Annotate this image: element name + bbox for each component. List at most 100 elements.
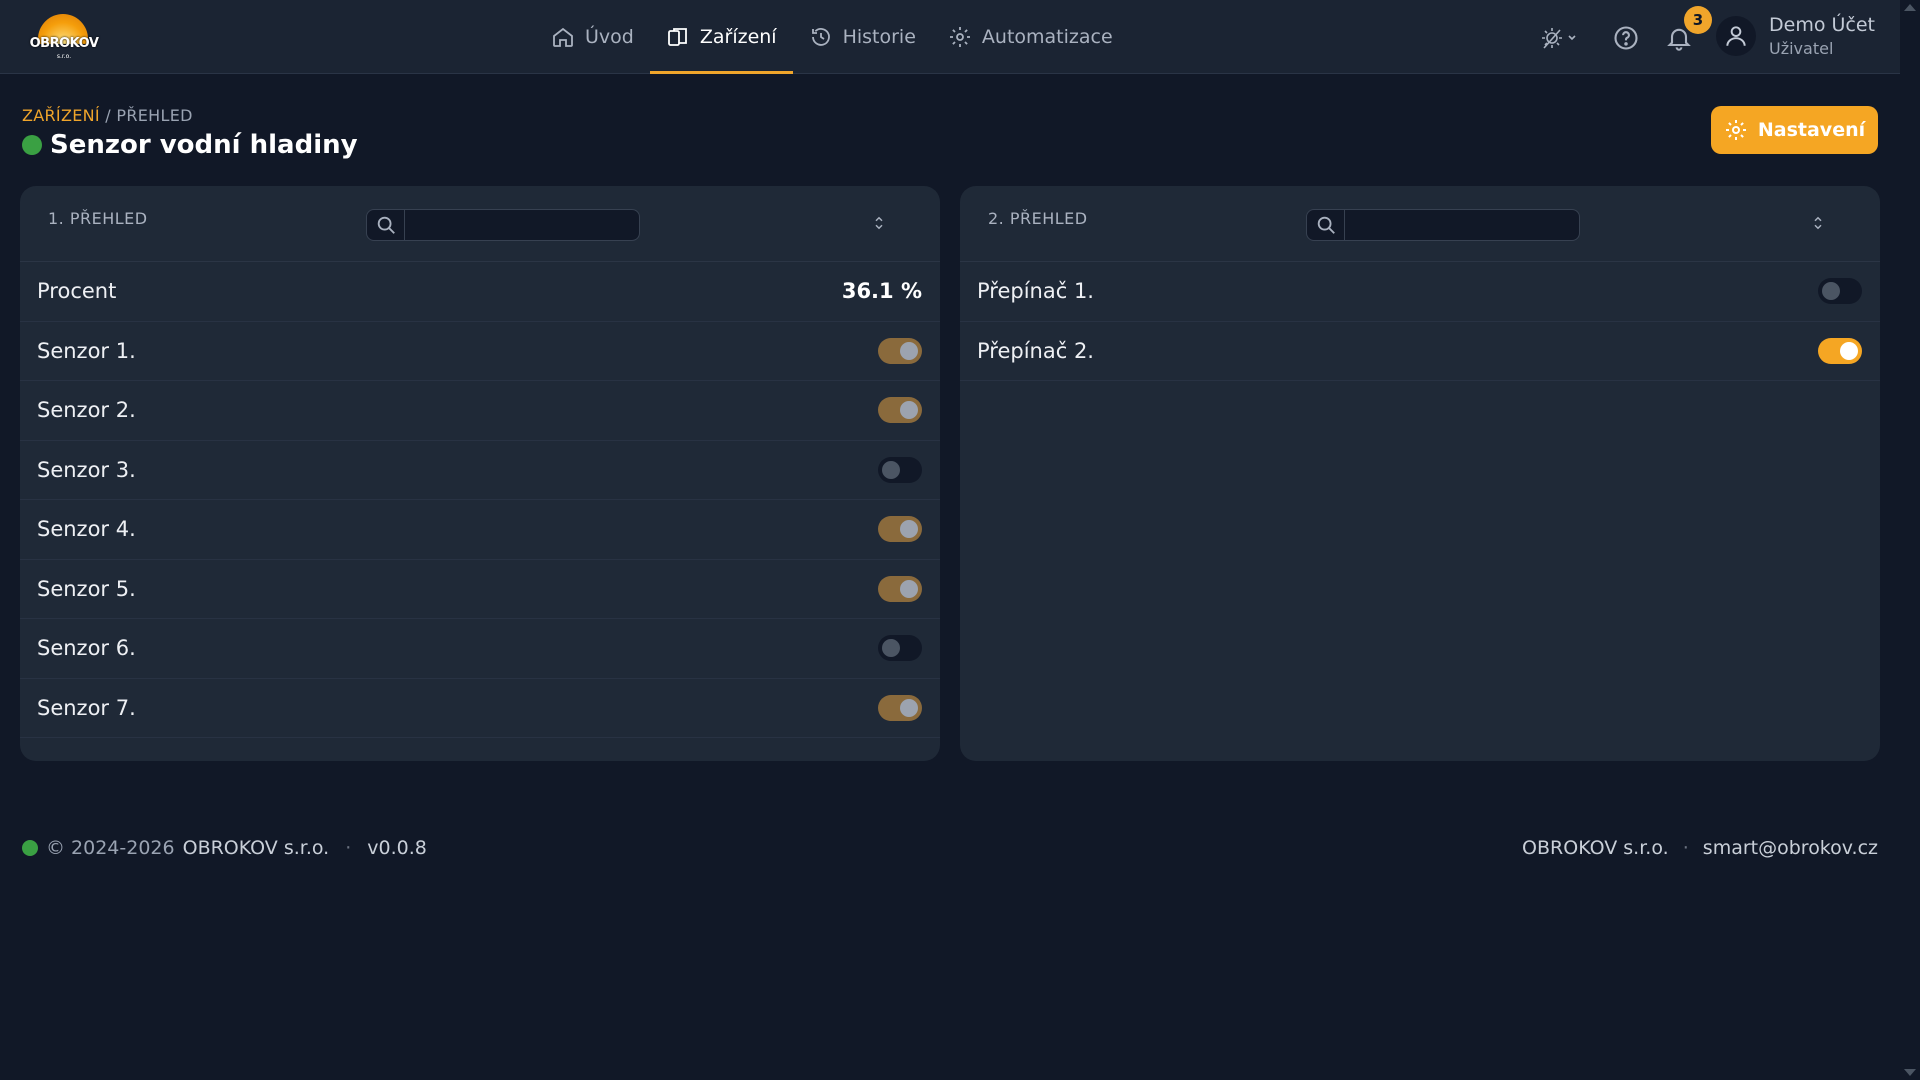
user-icon bbox=[1726, 26, 1746, 46]
row-label: Senzor 6. bbox=[37, 636, 136, 661]
theme-toggle[interactable] bbox=[1538, 24, 1578, 52]
row-label: Senzor 7. bbox=[37, 695, 136, 720]
row-label: Přepínač 1. bbox=[977, 279, 1094, 304]
sun-moon-icon bbox=[1542, 28, 1576, 49]
panel-title: 2. PŘEHLED bbox=[988, 209, 1088, 228]
sensor-1-toggle bbox=[878, 337, 922, 364]
sort-icon[interactable] bbox=[870, 214, 888, 232]
panel-title: 1. PŘEHLED bbox=[48, 209, 148, 228]
breadcrumb: ZAŘÍZENÍ / PŘEHLED bbox=[22, 106, 193, 125]
footer-company: OBROKOV s.r.o. bbox=[182, 837, 330, 859]
gear-icon bbox=[949, 27, 970, 47]
search-box bbox=[366, 209, 640, 241]
row-label: Senzor 4. bbox=[37, 517, 136, 542]
overview-panel-1: 1. PŘEHLED Procent 36.1 % Senzor 1. Senz… bbox=[20, 186, 940, 761]
breadcrumb-section-link[interactable]: ZAŘÍZENÍ bbox=[22, 106, 100, 125]
logo-text: OBROKOV bbox=[29, 36, 99, 51]
row-label: Senzor 5. bbox=[37, 576, 136, 601]
toggle-knob bbox=[1822, 282, 1840, 301]
nav-item-zarizeni[interactable]: Zařízení bbox=[649, 0, 793, 74]
row-label: Procent bbox=[37, 279, 117, 304]
toggle-knob bbox=[900, 401, 918, 420]
copyright-text: © 2024-2026 bbox=[46, 837, 175, 859]
scroll-up-arrow-icon[interactable] bbox=[1904, 4, 1916, 11]
percent-row: Procent 36.1 % bbox=[20, 262, 940, 322]
percent-value: 36.1 % bbox=[841, 279, 922, 304]
title-row: Senzor vodní hladiny bbox=[22, 130, 358, 160]
sensor-row-3: Senzor 3. bbox=[20, 441, 940, 500]
panel-header: 2. PŘEHLED bbox=[960, 186, 1880, 262]
footer-left: © 2024-2026 OBROKOV s.r.o. · v0.0.8 bbox=[22, 837, 427, 859]
sensor-3-toggle bbox=[878, 456, 922, 483]
search-icon[interactable] bbox=[367, 210, 405, 240]
sensor-row-6: Senzor 6. bbox=[20, 619, 940, 679]
switch-row-2: Přepínač 2. bbox=[960, 322, 1880, 381]
devices-icon bbox=[667, 28, 687, 46]
footer-right: OBROKOV s.r.o. · smart@obrokov.cz bbox=[1522, 837, 1878, 859]
breadcrumb-separator: / bbox=[105, 106, 111, 125]
row-label: Senzor 2. bbox=[37, 398, 136, 423]
footer-separator: · bbox=[1682, 837, 1689, 859]
notification-count-badge: 3 bbox=[1684, 6, 1712, 34]
footer-company-link[interactable]: OBROKOV s.r.o. bbox=[1522, 837, 1669, 859]
nav-label: Zařízení bbox=[699, 26, 777, 48]
settings-button-label: Nastavení bbox=[1757, 119, 1866, 141]
user-name[interactable]: Demo Účet bbox=[1769, 14, 1875, 36]
breadcrumb-current: PŘEHLED bbox=[116, 106, 193, 125]
switch-1-toggle[interactable] bbox=[1818, 278, 1862, 305]
row-label: Senzor 3. bbox=[37, 457, 136, 482]
sensor-2-toggle bbox=[878, 397, 922, 424]
nav-label: Historie bbox=[842, 26, 916, 48]
panel-header: 1. PŘEHLED bbox=[20, 186, 940, 262]
avatar[interactable] bbox=[1716, 16, 1756, 56]
search-box bbox=[1306, 209, 1580, 241]
nav-item-historie[interactable]: Historie bbox=[793, 0, 932, 74]
user-role: Uživatel bbox=[1769, 39, 1834, 58]
history-icon bbox=[811, 28, 830, 46]
search-input[interactable] bbox=[407, 210, 635, 240]
search-icon[interactable] bbox=[1307, 210, 1345, 240]
app-version: v0.0.8 bbox=[367, 837, 427, 859]
help-button[interactable] bbox=[1612, 24, 1640, 52]
switch-row-1: Přepínač 1. bbox=[960, 262, 1880, 322]
toggle-knob bbox=[900, 520, 918, 539]
scroll-down-arrow-icon[interactable] bbox=[1904, 1069, 1916, 1076]
help-icon bbox=[1614, 26, 1638, 50]
settings-button[interactable]: Nastavení bbox=[1711, 106, 1878, 154]
page-scrollbar[interactable] bbox=[1900, 0, 1920, 1080]
main-nav: Úvod Zařízení Historie Automatizace bbox=[535, 0, 1129, 74]
nav-item-automatizace[interactable]: Automatizace bbox=[932, 0, 1129, 74]
nav-item-uvod[interactable]: Úvod bbox=[535, 0, 650, 74]
home-icon bbox=[553, 27, 573, 47]
row-label: Přepínač 2. bbox=[977, 338, 1094, 363]
overview-panel-2: 2. PŘEHLED Přepínač 1. Přepínač 2. bbox=[960, 186, 1880, 761]
toggle-knob bbox=[882, 460, 900, 479]
toggle-knob bbox=[900, 579, 918, 598]
sort-icon[interactable] bbox=[1809, 214, 1827, 232]
sensor-row-1: Senzor 1. bbox=[20, 322, 940, 381]
sensor-row-4: Senzor 4. bbox=[20, 500, 940, 560]
sensor-row-7: Senzor 7. bbox=[20, 679, 940, 738]
page-title: Senzor vodní hladiny bbox=[50, 130, 358, 160]
nav-label: Automatizace bbox=[981, 26, 1113, 48]
switch-2-toggle[interactable] bbox=[1818, 337, 1862, 364]
toggle-knob bbox=[900, 341, 918, 360]
top-navbar: OBROKOV s.r.o. Úvod Zařízení Historie Au… bbox=[0, 0, 1900, 74]
row-label: Senzor 1. bbox=[37, 338, 136, 363]
toggle-knob bbox=[882, 639, 900, 658]
sensor-row-5: Senzor 5. bbox=[20, 560, 940, 619]
toggle-knob bbox=[1840, 341, 1858, 360]
footer-email-link[interactable]: smart@obrokov.cz bbox=[1703, 837, 1878, 859]
system-status-indicator bbox=[22, 840, 38, 856]
search-input[interactable] bbox=[1347, 210, 1575, 240]
company-logo[interactable]: OBROKOV s.r.o. bbox=[26, 12, 102, 62]
device-status-indicator bbox=[22, 135, 42, 155]
sensor-7-toggle bbox=[878, 694, 922, 721]
toggle-knob bbox=[900, 698, 918, 717]
gear-icon bbox=[1725, 120, 1746, 140]
footer-separator: · bbox=[345, 837, 352, 859]
logo-subtext: s.r.o. bbox=[56, 53, 72, 60]
sensor-row-2: Senzor 2. bbox=[20, 381, 940, 441]
sensor-6-toggle bbox=[878, 635, 922, 662]
sensor-4-toggle bbox=[878, 516, 922, 543]
